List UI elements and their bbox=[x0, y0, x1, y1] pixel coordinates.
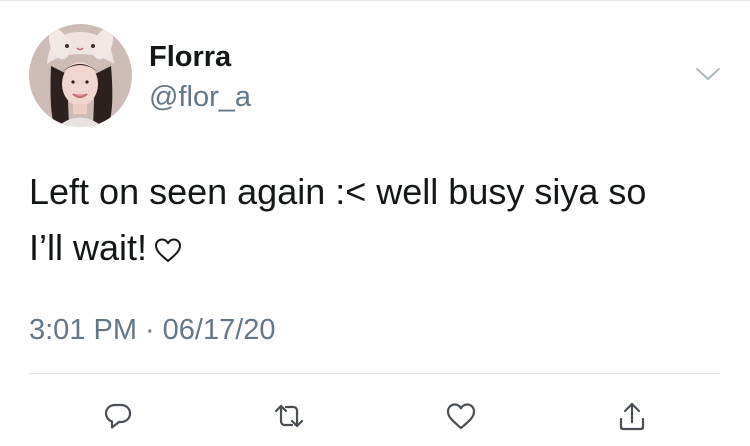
meta-separator: · bbox=[145, 314, 155, 346]
retweet-icon bbox=[274, 404, 304, 428]
reply-button[interactable] bbox=[98, 396, 138, 436]
author-name[interactable]: Florra bbox=[149, 40, 231, 74]
actions-divider bbox=[29, 373, 720, 374]
tweet-text-line-2-wrap: I’ll wait! bbox=[29, 220, 729, 280]
tweet-card: Florra @flor_a Left on seen again :< wel… bbox=[0, 0, 750, 446]
tweet-timestamp[interactable]: 3:01 PM · 06/17/20 bbox=[29, 313, 276, 347]
tweet-menu-button[interactable] bbox=[692, 62, 724, 86]
author-handle[interactable]: @flor_a bbox=[149, 80, 251, 114]
like-button[interactable] bbox=[441, 396, 481, 436]
share-icon bbox=[619, 402, 645, 431]
reply-icon bbox=[104, 403, 132, 429]
tweet-text-line-2: I’ll wait! bbox=[29, 227, 148, 268]
share-button[interactable] bbox=[612, 396, 652, 436]
tweet-time: 3:01 PM bbox=[29, 314, 137, 346]
tweet-date: 06/17/20 bbox=[162, 314, 276, 346]
heart-outline-icon bbox=[153, 224, 183, 280]
tweet-text: Left on seen again :< well busy siya so … bbox=[29, 164, 729, 280]
chevron-down-icon bbox=[696, 68, 720, 80]
like-icon bbox=[446, 403, 476, 430]
retweet-button[interactable] bbox=[269, 396, 309, 436]
tweet-text-line-1: Left on seen again :< well busy siya so bbox=[29, 171, 647, 212]
profile-photo-icon bbox=[29, 24, 132, 127]
author-avatar[interactable] bbox=[29, 24, 132, 127]
